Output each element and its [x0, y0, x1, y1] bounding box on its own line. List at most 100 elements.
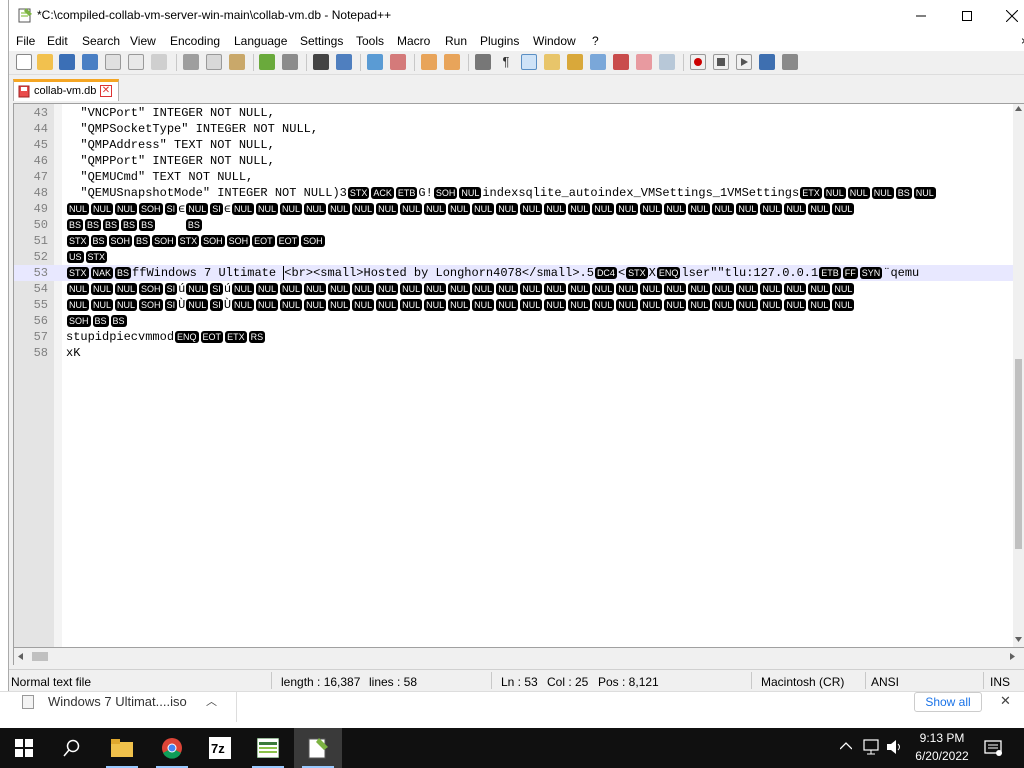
show-hidden-icons-chevron-icon[interactable]	[840, 742, 852, 750]
word-wrap-icon[interactable]	[475, 54, 491, 70]
close-button[interactable]	[989, 0, 1024, 31]
show-all-chars-icon[interactable]: ¶	[498, 54, 514, 70]
status-encoding[interactable]: ANSI	[871, 675, 899, 689]
user-language-icon[interactable]	[544, 54, 560, 70]
code-lines[interactable]: 43 "VNCPort" INTEGER NOT NULL, 44 "QMPSoc…	[14, 105, 1014, 645]
record-macro-icon[interactable]	[690, 54, 706, 70]
code-line[interactable]: 50 BS BS BS BS BS BS	[14, 217, 1014, 233]
document-map-icon[interactable]	[567, 54, 583, 70]
menu-file[interactable]: File	[16, 34, 35, 48]
redo-icon[interactable]	[282, 54, 298, 70]
menu-plugins[interactable]: Plugins	[480, 34, 519, 48]
copy-icon[interactable]	[206, 54, 222, 70]
folder-as-workspace-icon[interactable]	[613, 54, 629, 70]
status-insert-mode[interactable]: INS	[990, 675, 1010, 689]
code-line[interactable]: 54 NUL NUL NUL SOH SI ú NUL SI ú NUL NUL NUL NUL NUL NU…	[14, 281, 1014, 297]
scroll-left-icon[interactable]	[18, 653, 24, 660]
code-line[interactable]: 53 STX NAK BS ffWindows 7 Ultimate <br><smal…	[14, 265, 1014, 281]
chevron-up-icon[interactable]: ︿	[206, 693, 217, 709]
menu-window[interactable]: Window	[533, 34, 576, 48]
download-filename[interactable]: Windows 7 Ultimat....iso	[48, 694, 187, 709]
title-bar[interactable]: *C:\compiled-collab-vm-server-win-main\c…	[9, 0, 1024, 31]
menu-language[interactable]: Language	[234, 34, 287, 48]
editor-area[interactable]: 43 "VNCPort" INTEGER NOT NULL, 44 "QMPSoc…	[13, 103, 1024, 648]
search-button[interactable]	[48, 728, 96, 768]
stop-macro-icon[interactable]	[713, 54, 729, 70]
code-line[interactable]: 47 "QEMUCmd" TEXT NOT NULL,	[14, 169, 1014, 185]
code-line[interactable]: 55 NUL NUL NUL SOH SI Ù NUL SI Ù NUL NUL NUL NUL NUL NU…	[14, 297, 1014, 313]
save-icon[interactable]	[59, 54, 75, 70]
minimize-button[interactable]	[898, 0, 944, 31]
vertical-scrollbar[interactable]	[1013, 104, 1024, 647]
code-line[interactable]: 46 "QMPPort" INTEGER NOT NULL,	[14, 153, 1014, 169]
save-macro-icon[interactable]	[782, 54, 798, 70]
close-all-icon[interactable]	[128, 54, 144, 70]
horizontal-scroll-thumb[interactable]	[32, 652, 48, 661]
code-line[interactable]: 51 STX BS SOH BS SOH STX SOH SOH EOT EOT SOH	[14, 233, 1014, 249]
new-file-icon[interactable]	[16, 54, 32, 70]
menu-edit[interactable]: Edit	[47, 34, 68, 48]
code-line[interactable]: 58 xK	[14, 345, 1014, 361]
indent-guide-icon[interactable]	[521, 54, 537, 70]
paste-icon[interactable]	[229, 54, 245, 70]
volume-icon[interactable]	[886, 739, 904, 755]
sync-vertical-icon[interactable]	[421, 54, 437, 70]
zoom-in-icon[interactable]	[367, 54, 383, 70]
start-button[interactable]	[0, 728, 48, 768]
menu-settings[interactable]: Settings	[300, 34, 343, 48]
code-line[interactable]: 45 "QMPAddress" TEXT NOT NULL,	[14, 137, 1014, 153]
taskbar-file-explorer[interactable]	[98, 728, 146, 768]
close-file-icon[interactable]	[105, 54, 121, 70]
control-char-badge: FF	[842, 266, 858, 279]
clock-date[interactable]: 6/20/2022	[904, 749, 980, 763]
taskbar-sqlite-browser[interactable]	[244, 728, 292, 768]
status-eol-format[interactable]: Macintosh (CR)	[761, 675, 844, 689]
taskbar-chrome[interactable]	[148, 728, 196, 768]
print-icon[interactable]	[151, 54, 167, 70]
menu-run[interactable]: Run	[445, 34, 467, 48]
sync-horizontal-icon[interactable]	[444, 54, 460, 70]
code-line[interactable]: 48 "QEMUSnapshotMode" INTEGER NOT NULL)3…	[14, 185, 1014, 201]
code-line[interactable]: 52 US STX	[14, 249, 1014, 265]
menu-macro[interactable]: Macro	[397, 34, 430, 48]
network-icon[interactable]	[862, 739, 880, 755]
scroll-down-icon[interactable]	[1015, 637, 1022, 643]
play-macro-icon[interactable]	[736, 54, 752, 70]
function-list-icon[interactable]	[590, 54, 606, 70]
cut-icon[interactable]	[183, 54, 199, 70]
menu-view[interactable]: View	[130, 34, 156, 48]
find-icon[interactable]	[313, 54, 329, 70]
control-char-badge: NUL	[472, 282, 495, 295]
code-line[interactable]: 44 "QMPSocketType" INTEGER NOT NULL,	[14, 121, 1014, 137]
menu-help[interactable]: ?	[592, 34, 599, 48]
save-all-icon[interactable]	[82, 54, 98, 70]
code-line[interactable]: 43 "VNCPort" INTEGER NOT NULL,	[14, 105, 1014, 121]
menu-tools[interactable]: Tools	[356, 34, 384, 48]
tab-collab-vm-db[interactable]: collab-vm.db ✕	[13, 79, 119, 101]
tab-close-icon[interactable]: ✕	[100, 85, 112, 97]
notifications-icon[interactable]	[984, 739, 1002, 757]
zoom-out-icon[interactable]	[390, 54, 406, 70]
open-file-icon[interactable]	[37, 54, 53, 70]
clock-time[interactable]: 9:13 PM	[910, 731, 974, 745]
code-line[interactable]: 49 NUL NUL NUL SOH SI ϵ NUL SI ϵ NUL NUL NUL NUL NUL NU…	[14, 201, 1014, 217]
code-line[interactable]: 56 SOH BS BS	[14, 313, 1014, 329]
scroll-up-icon[interactable]	[1015, 106, 1022, 112]
control-char-badge: SI	[164, 202, 178, 215]
download-shelf-close-icon[interactable]: ✕	[1000, 693, 1011, 709]
undo-icon[interactable]	[259, 54, 275, 70]
view-icon[interactable]	[659, 54, 675, 70]
scroll-right-icon[interactable]	[1010, 653, 1016, 660]
menu-encoding[interactable]: Encoding	[170, 34, 220, 48]
code-line[interactable]: 57 stupidpiecvmmod ENQ EOT ETX RS	[14, 329, 1014, 345]
maximize-button[interactable]	[944, 0, 990, 31]
menu-search[interactable]: Search	[82, 34, 120, 48]
run-macro-multiple-icon[interactable]	[759, 54, 775, 70]
replace-icon[interactable]	[336, 54, 352, 70]
vertical-scroll-thumb[interactable]	[1015, 359, 1022, 549]
taskbar-notepadpp[interactable]	[294, 728, 342, 768]
monitoring-icon[interactable]	[636, 54, 652, 70]
horizontal-scrollbar[interactable]	[13, 648, 1024, 665]
taskbar-7zip[interactable]: 7z	[196, 728, 244, 768]
show-all-button[interactable]: Show all	[914, 692, 982, 712]
